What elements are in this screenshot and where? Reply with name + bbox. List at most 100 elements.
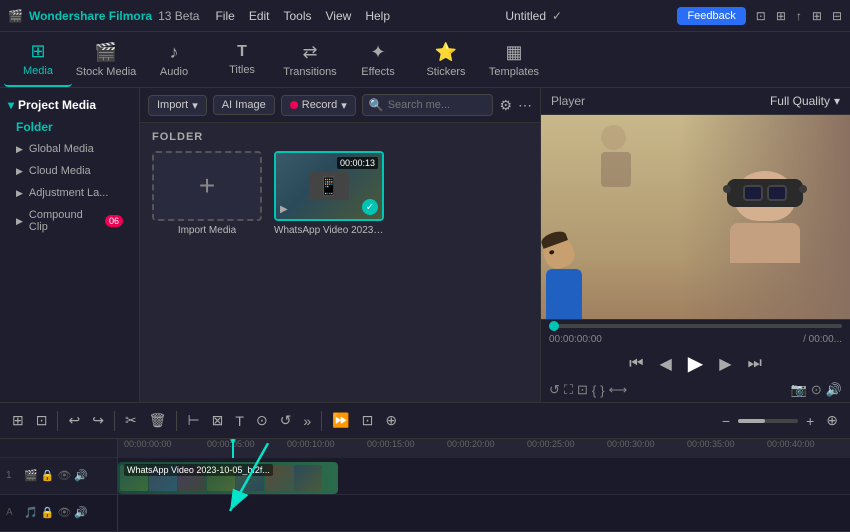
timeline-add-button[interactable]: ⊕ — [822, 410, 842, 431]
timeline-loop-button[interactable]: ↺ — [276, 410, 296, 431]
timeline-text-button[interactable]: T — [231, 411, 248, 431]
menu-help[interactable]: Help — [365, 9, 390, 23]
loop-button[interactable]: ↺ — [549, 382, 560, 398]
tab-media[interactable]: ⊞ Media — [4, 33, 72, 87]
media-label: Media — [23, 65, 53, 77]
track-audio-lock[interactable]: 🔒 — [41, 506, 55, 519]
window-icon-4[interactable]: ⊞ — [812, 9, 822, 23]
templates-label: Templates — [489, 66, 539, 78]
import-thumb[interactable]: + — [152, 151, 262, 221]
track-audio-icon[interactable]: 🎵 — [24, 506, 38, 519]
window-icon-1[interactable]: ⊡ — [756, 9, 766, 23]
feedback-button[interactable]: Feedback — [677, 7, 745, 25]
sidebar-project-media[interactable]: ▾ Project Media — [0, 94, 139, 116]
track-row-audio — [118, 495, 850, 532]
track-eye-icon[interactable]: 👁 — [57, 469, 71, 482]
logo-icon: 🎬 — [8, 9, 23, 23]
mark-out-button[interactable]: } — [600, 382, 604, 398]
video-thumb[interactable]: 📱 00:00:13 ✓ ▶ — [274, 151, 384, 221]
titles-label: Titles — [229, 64, 255, 76]
timeline-scissors-button[interactable]: ✂ — [121, 410, 141, 431]
track-audio-mute[interactable]: 🔊 — [74, 506, 88, 519]
audio-icon: ♪ — [170, 42, 179, 63]
track-audio-eye[interactable]: 👁 — [57, 506, 71, 519]
timeline-magnet-button[interactable]: ⊡ — [32, 410, 52, 431]
zoom-track[interactable] — [738, 419, 798, 423]
media-item-import[interactable]: + Import Media — [152, 151, 262, 236]
progress-bar[interactable] — [549, 324, 842, 328]
window-icon-3[interactable]: ↑ — [796, 9, 802, 23]
timeline-timer-button[interactable]: ⊙ — [252, 410, 272, 431]
folder-label: FOLDER — [152, 131, 528, 143]
timeline-grid-button[interactable]: ⊞ — [8, 410, 28, 431]
import-arrow: ▾ — [192, 99, 198, 112]
quality-selector[interactable]: Full Quality ▾ — [770, 94, 840, 108]
toolbar-separator-1 — [57, 411, 58, 431]
fullscreen-button[interactable]: ⛶ — [564, 382, 573, 398]
player-panel: Player Full Quality ▾ — [540, 88, 850, 402]
import-button[interactable]: Import ▾ — [148, 95, 207, 116]
range-button[interactable]: ⟷ — [609, 382, 628, 398]
timeline-plus-button[interactable]: + — [802, 411, 818, 431]
media-item-video1[interactable]: 📱 00:00:13 ✓ ▶ WhatsApp Video 2023-10-05… — [274, 151, 384, 236]
record-button[interactable]: Record ▾ — [281, 95, 356, 116]
play-button[interactable]: ▶ — [684, 349, 707, 378]
crop-button[interactable]: ⊡ — [577, 382, 588, 398]
timeline-more-button[interactable]: » — [299, 411, 315, 431]
track-lock-icon[interactable]: 🔒 — [41, 469, 55, 482]
timeline-undo-button[interactable]: ↩ — [64, 410, 84, 431]
tab-stock-media[interactable]: 🎬 Stock Media — [72, 33, 140, 87]
tab-effects[interactable]: ✦ Effects — [344, 33, 412, 87]
timeline-split-button[interactable]: ⊢ — [183, 410, 203, 431]
sidebar-item-cloud-media[interactable]: ▶ Cloud Media — [0, 160, 139, 182]
track-speaker-icon[interactable]: 🔊 — [74, 469, 88, 482]
snapshot-button[interactable]: 📷 — [791, 382, 807, 398]
tab-titles[interactable]: T Titles — [208, 33, 276, 87]
volume-button[interactable]: 🔊 — [826, 382, 842, 398]
ai-image-button[interactable]: AI Image — [213, 95, 275, 115]
timeline-trash-button[interactable]: 🗑 — [145, 410, 171, 431]
timeline-audio-button[interactable]: ⊕ — [381, 410, 401, 431]
search-input[interactable] — [388, 99, 487, 111]
menu-edit[interactable]: Edit — [249, 9, 270, 23]
frame-fwd-button[interactable]: ▶ — [715, 352, 735, 376]
import-media-label: Import Media — [178, 225, 236, 236]
search-box[interactable]: 🔍 — [362, 94, 494, 116]
window-icon-2[interactable]: ⊞ — [776, 9, 786, 23]
more-button[interactable]: ⋯ — [518, 97, 532, 114]
frame-back-button[interactable]: ◀ — [655, 352, 675, 376]
sidebar-item-compound-clip[interactable]: ▶ Compound Clip 06 — [0, 204, 139, 238]
track-clip-icon[interactable]: 🎬 — [24, 469, 38, 482]
menu-view[interactable]: View — [326, 9, 352, 23]
tab-audio[interactable]: ♪ Audio — [140, 33, 208, 87]
timeline-playhead-button[interactable]: ⏩ — [328, 410, 353, 431]
filter-button[interactable]: ⚙ — [499, 97, 512, 114]
sidebar: ▾ Project Media Folder ▶ Global Media ▶ … — [0, 88, 140, 402]
timeline-redo-button[interactable]: ↪ — [88, 410, 108, 431]
window-icon-5[interactable]: ⊟ — [832, 9, 842, 23]
menu-file[interactable]: File — [215, 9, 234, 23]
timeline-clip-button[interactable]: ⊡ — [358, 410, 378, 431]
time-total: / 00:00... — [803, 334, 842, 345]
menu-tools[interactable]: Tools — [284, 9, 312, 23]
search-icon: 🔍 — [369, 98, 384, 112]
timeline-minus-button[interactable]: − — [718, 411, 734, 431]
ctrl-right: 📷 ⊙ 🔊 — [791, 382, 842, 398]
sidebar-item-adjustment[interactable]: ▶ Adjustment La... — [0, 182, 139, 204]
adjustment-arrow: ▶ — [16, 188, 23, 199]
track-labels: 1 🎬 🔒 👁 🔊 A 🎵 🔒 👁 🔊 — [0, 439, 118, 532]
tab-transitions[interactable]: ⇄ Transitions — [276, 33, 344, 87]
mark-in-button[interactable]: { — [592, 382, 596, 398]
tab-templates[interactable]: ▦ Templates — [480, 33, 548, 87]
ruler-tick-0: 00:00:00:00 — [124, 439, 172, 449]
video-clip[interactable]: WhatsApp Video 2023-10-05_bf2f... — [118, 462, 338, 494]
sidebar-folder[interactable]: Folder — [0, 116, 139, 138]
timeline-merge-button[interactable]: ⊠ — [208, 410, 228, 431]
tab-stickers[interactable]: ⭐ Stickers — [412, 33, 480, 87]
sidebar-item-global-media[interactable]: ▶ Global Media — [0, 138, 139, 160]
app-name: Wondershare Filmora — [29, 9, 152, 23]
step-back-button[interactable]: ⏮ — [625, 353, 647, 375]
playhead[interactable] — [232, 439, 234, 458]
step-fwd-button[interactable]: ⏭ — [744, 353, 766, 375]
screen-record-button[interactable]: ⊙ — [811, 382, 822, 398]
